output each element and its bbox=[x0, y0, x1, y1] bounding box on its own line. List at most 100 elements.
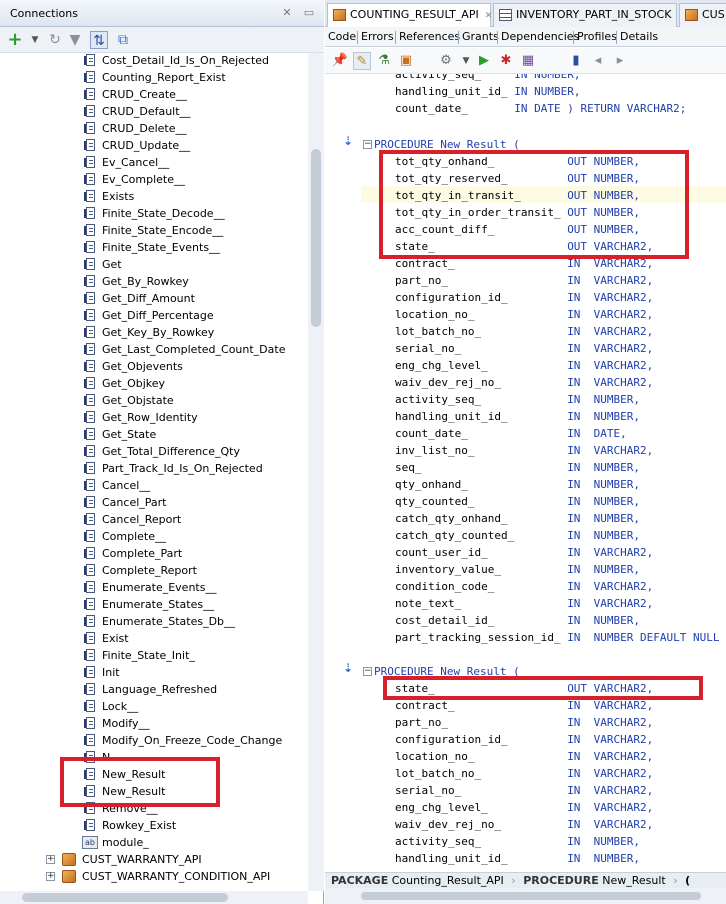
tree-item[interactable]: Get_Objstate bbox=[0, 392, 308, 409]
param-name: serial_no_ bbox=[395, 342, 568, 355]
fold-icon[interactable]: − bbox=[363, 667, 372, 676]
next-bookmark-icon[interactable]: ▸ bbox=[611, 52, 629, 70]
bookmark-icon[interactable]: ▮ bbox=[567, 52, 585, 70]
tab-inventory-part-in-stock[interactable]: INVENTORY_PART_IN_STOCK bbox=[493, 3, 677, 27]
subtab-references[interactable]: References bbox=[399, 30, 460, 43]
subtab-dependencies[interactable]: Dependencies bbox=[501, 30, 579, 43]
edit-icon[interactable]: ✎ bbox=[353, 52, 371, 70]
tree-item[interactable]: CRUD_Update__ bbox=[0, 137, 308, 154]
tree-item[interactable]: Finite_State_Encode__ bbox=[0, 222, 308, 239]
tree-item[interactable]: Lock__ bbox=[0, 698, 308, 715]
tree-package[interactable]: + CUST_WARRANTY_API bbox=[0, 851, 308, 868]
code-line: waiv_dev_rej_no_ IN VARCHAR2, bbox=[395, 374, 653, 391]
tree-item[interactable]: Exist bbox=[0, 630, 308, 647]
tab-cust[interactable]: CUS bbox=[679, 3, 726, 27]
tree-item-label: Complete_Part bbox=[102, 547, 183, 560]
tree-item[interactable]: Enumerate_States_Db__ bbox=[0, 613, 308, 630]
tree-item[interactable]: Finite_State_Events__ bbox=[0, 239, 308, 256]
tree-item[interactable]: Finite_State_Decode__ bbox=[0, 205, 308, 222]
tree-item[interactable]: Enumerate_Events__ bbox=[0, 579, 308, 596]
compile-icon[interactable]: ⚗ bbox=[375, 52, 393, 70]
param-name: inv_list_no_ bbox=[395, 444, 568, 457]
add-icon[interactable]: + bbox=[6, 31, 24, 49]
tree-item[interactable]: CRUD_Create__ bbox=[0, 86, 308, 103]
tree-item[interactable]: Complete__ bbox=[0, 528, 308, 545]
connection-icon[interactable]: ⧉ bbox=[114, 31, 132, 49]
procedure-icon bbox=[84, 241, 96, 254]
close-icon[interactable]: ✕ bbox=[280, 6, 294, 20]
procedure-icon bbox=[84, 734, 96, 747]
debug-icon[interactable]: ✱ bbox=[497, 52, 515, 70]
close-icon[interactable]: ✕ bbox=[485, 11, 493, 21]
tree-item[interactable]: Language_Refreshed bbox=[0, 681, 308, 698]
fold-icon[interactable]: − bbox=[363, 140, 372, 149]
tree-item[interactable]: Get_Objevents bbox=[0, 358, 308, 375]
tree-item[interactable]: Exists bbox=[0, 188, 308, 205]
tree-item[interactable]: Counting_Report_Exist bbox=[0, 69, 308, 86]
pin-icon[interactable]: 📌 bbox=[331, 52, 349, 70]
refresh-icon[interactable]: ↻ bbox=[46, 31, 64, 49]
tree-item[interactable]: ab module_ bbox=[0, 834, 308, 851]
tree-package[interactable]: + CUST_WARRANTY_CONDITION_API bbox=[0, 868, 308, 885]
tree-item[interactable]: Modify_On_Freeze_Code_Change bbox=[0, 732, 308, 749]
implementation-arrow-icon[interactable]: ⇣ bbox=[341, 134, 355, 148]
tree-item[interactable]: Get_By_Rowkey bbox=[0, 273, 308, 290]
previous-bookmark-icon[interactable]: ◂ bbox=[589, 52, 607, 70]
tree-item[interactable]: Get_Diff_Percentage bbox=[0, 307, 308, 324]
tree-item[interactable]: Cost_Detail_Id_Is_On_Rejected bbox=[0, 53, 308, 69]
breadcrumb-package-name[interactable]: Counting_Result_API bbox=[392, 874, 504, 887]
dropdown-icon[interactable]: ▼ bbox=[457, 52, 475, 70]
expand-icon[interactable]: + bbox=[46, 855, 55, 864]
tab-counting-result-api[interactable]: COUNTING_RESULT_API ✕ bbox=[327, 3, 493, 27]
tree-item[interactable]: Rowkey_Exist bbox=[0, 817, 308, 834]
filter-icon[interactable]: ▼ bbox=[66, 31, 84, 49]
tree-item[interactable]: Part_Track_Id_Is_On_Rejected bbox=[0, 460, 308, 477]
tree-vertical-scrollbar[interactable] bbox=[308, 53, 324, 891]
tree-item[interactable]: Get_State bbox=[0, 426, 308, 443]
scroll-thumb[interactable] bbox=[311, 149, 321, 327]
tree-item[interactable]: Get_Objkey bbox=[0, 375, 308, 392]
tree-item[interactable]: CRUD_Delete__ bbox=[0, 120, 308, 137]
tree-item[interactable]: CRUD_Default__ bbox=[0, 103, 308, 120]
subtab-errors[interactable]: Errors bbox=[361, 30, 394, 43]
tree-item[interactable]: Get_Row_Identity bbox=[0, 409, 308, 426]
code-editor[interactable]: activity_seq_ IN NUMBER, handling_unit_id… bbox=[325, 74, 726, 872]
tree-item[interactable]: Get_Key_By_Rowkey bbox=[0, 324, 308, 341]
tree-item[interactable]: Cancel_Part bbox=[0, 494, 308, 511]
tree-item[interactable]: Complete_Report bbox=[0, 562, 308, 579]
scroll-thumb[interactable] bbox=[22, 893, 228, 902]
tree-item[interactable]: Complete_Part bbox=[0, 545, 308, 562]
implementation-arrow-icon[interactable]: ⇣ bbox=[341, 661, 355, 675]
subtab-code[interactable]: Code bbox=[328, 30, 356, 43]
scroll-thumb[interactable] bbox=[361, 892, 701, 900]
profile-icon[interactable]: ▦ bbox=[519, 52, 537, 70]
tree-item[interactable]: Get bbox=[0, 256, 308, 273]
dropdown-icon[interactable]: ▼ bbox=[26, 31, 44, 49]
minimize-icon[interactable]: ▭ bbox=[302, 6, 316, 20]
package-icon[interactable]: ▣ bbox=[397, 52, 415, 70]
editor-horizontal-scrollbar[interactable] bbox=[325, 888, 726, 904]
tree-item[interactable]: Modify__ bbox=[0, 715, 308, 732]
subtab-details[interactable]: Details bbox=[620, 30, 658, 43]
tree-item[interactable]: Init bbox=[0, 664, 308, 681]
tree-item[interactable]: Get_Total_Difference_Qty bbox=[0, 443, 308, 460]
tree-item[interactable]: Ev_Cancel__ bbox=[0, 154, 308, 171]
breadcrumb-procedure-name[interactable]: New_Result bbox=[602, 874, 665, 887]
expand-icon[interactable]: + bbox=[46, 872, 55, 881]
gear-icon[interactable]: ⚙ bbox=[437, 52, 455, 70]
tree-item[interactable]: Cancel_Report bbox=[0, 511, 308, 528]
subtab-profiles[interactable]: Profiles bbox=[577, 30, 617, 43]
param-type: IN VARCHAR2, bbox=[567, 733, 654, 746]
tree-item[interactable]: Get_Last_Completed_Count_Date bbox=[0, 341, 308, 358]
tree-item[interactable]: Cancel__ bbox=[0, 477, 308, 494]
schema-browser-icon[interactable]: ⇅ bbox=[90, 31, 108, 49]
param-name: catch_qty_counted_ bbox=[395, 529, 568, 542]
tree-item[interactable]: Get_Diff_Amount bbox=[0, 290, 308, 307]
run-icon[interactable]: ▶ bbox=[475, 52, 493, 70]
tree-item[interactable]: Ev_Complete__ bbox=[0, 171, 308, 188]
tree-item[interactable]: Finite_State_Init_ bbox=[0, 647, 308, 664]
tree-item[interactable]: Enumerate_States__ bbox=[0, 596, 308, 613]
package-icon bbox=[62, 853, 76, 866]
tree-horizontal-scrollbar[interactable] bbox=[0, 891, 308, 904]
subtab-grants[interactable]: Grants bbox=[462, 30, 499, 43]
